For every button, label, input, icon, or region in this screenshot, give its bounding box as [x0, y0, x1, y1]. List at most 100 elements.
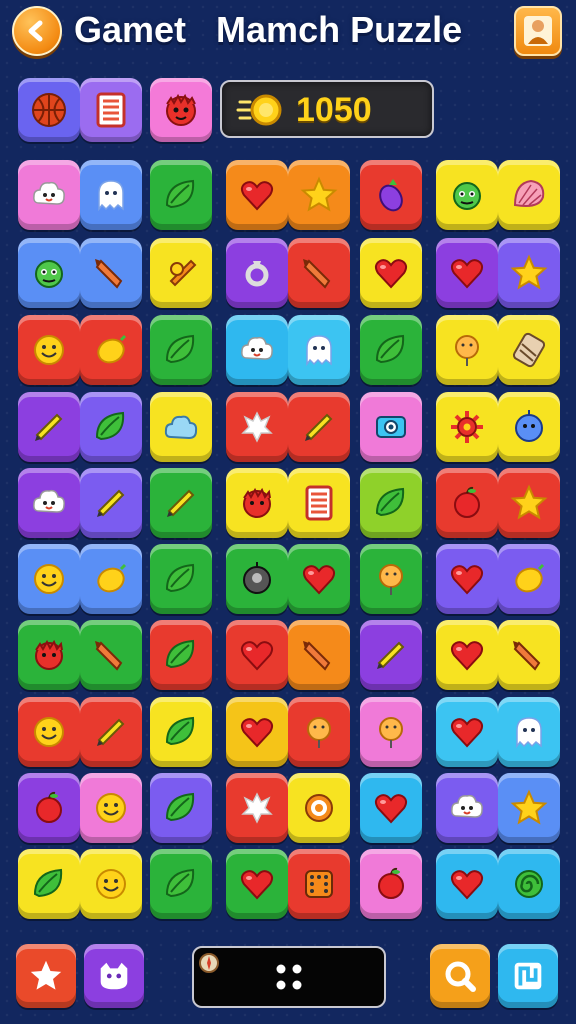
tile-red-monster[interactable] — [226, 468, 288, 538]
tile-list[interactable] — [288, 468, 350, 538]
tile-cloud-face[interactable] — [18, 468, 80, 538]
tile-cloud[interactable] — [150, 392, 212, 462]
tile-cloud-face[interactable] — [18, 160, 80, 230]
tile-crayon[interactable] — [80, 620, 142, 690]
tile-crayon[interactable] — [288, 620, 350, 690]
tile-smiley[interactable] — [18, 544, 80, 614]
tile-splat[interactable] — [226, 773, 288, 843]
tile-lemon[interactable] — [80, 315, 142, 385]
tile-pencil[interactable] — [80, 468, 142, 538]
tile-balloon[interactable] — [360, 697, 422, 767]
tile-lemon[interactable] — [498, 544, 560, 614]
tile-dice[interactable] — [288, 849, 350, 919]
tile-heart[interactable] — [226, 849, 288, 919]
tile-heart[interactable] — [360, 238, 422, 308]
tile-crayon[interactable] — [498, 620, 560, 690]
tile-leaf[interactable] — [150, 697, 212, 767]
tile-crayon[interactable] — [80, 238, 142, 308]
tile-heart[interactable] — [226, 620, 288, 690]
tile-green-monster[interactable] — [436, 160, 498, 230]
star-button[interactable] — [16, 944, 76, 1008]
tile-leaf[interactable] — [150, 544, 212, 614]
tile-leaf[interactable] — [80, 392, 142, 462]
tile-blue-monster[interactable] — [498, 392, 560, 462]
score-panel: 1050 — [220, 80, 434, 138]
tile-apple[interactable] — [360, 849, 422, 919]
pencil-icon — [97, 489, 125, 517]
tile-ghost[interactable] — [80, 160, 142, 230]
tile-pencil[interactable] — [360, 620, 422, 690]
tile-crayon[interactable] — [288, 238, 350, 308]
tile-leaf[interactable] — [150, 620, 212, 690]
bottom-bar — [0, 936, 576, 1024]
pencil-icon — [167, 489, 195, 517]
tile-leaf[interactable] — [150, 315, 212, 385]
tile-leaf[interactable] — [360, 468, 422, 538]
tile-lemon[interactable] — [80, 544, 142, 614]
tile-bell[interactable] — [150, 238, 212, 308]
tile-smiley[interactable] — [80, 773, 142, 843]
tile-spiral[interactable] — [498, 849, 560, 919]
tile-apple[interactable] — [18, 773, 80, 843]
booster-basketball[interactable] — [18, 78, 80, 142]
tile-heart[interactable] — [288, 544, 350, 614]
tile-pencil[interactable] — [80, 697, 142, 767]
back-button[interactable] — [12, 6, 62, 56]
tile-heart[interactable] — [436, 238, 498, 308]
tile-ghost[interactable] — [498, 697, 560, 767]
monster-icon — [243, 562, 271, 594]
tile-cloud-face[interactable] — [226, 315, 288, 385]
tile-star[interactable] — [498, 468, 560, 538]
tile-leaf[interactable] — [150, 849, 212, 919]
tile-leaf[interactable] — [360, 315, 422, 385]
tile-cloud-face[interactable] — [436, 773, 498, 843]
tile-leaf[interactable] — [150, 160, 212, 230]
tile-star[interactable] — [498, 238, 560, 308]
tile-leaf[interactable] — [150, 773, 212, 843]
booster-list[interactable] — [80, 78, 142, 142]
tile-star[interactable] — [288, 160, 350, 230]
tile-splat[interactable] — [226, 392, 288, 462]
tile-monster[interactable] — [226, 544, 288, 614]
tile-heart[interactable] — [436, 620, 498, 690]
tile-balloon[interactable] — [436, 315, 498, 385]
tile-camera[interactable] — [360, 392, 422, 462]
booster-monster[interactable] — [150, 78, 212, 142]
tile-pencil[interactable] — [18, 392, 80, 462]
tile-star[interactable] — [498, 773, 560, 843]
tile-gear[interactable] — [436, 392, 498, 462]
apple-icon — [454, 486, 480, 518]
apple-icon — [378, 867, 404, 899]
tile-apple[interactable] — [436, 468, 498, 538]
tile-balloon[interactable] — [360, 544, 422, 614]
tile-pencil[interactable] — [150, 468, 212, 538]
tile-ring[interactable] — [226, 238, 288, 308]
tile-balloon[interactable] — [288, 697, 350, 767]
map-button[interactable] — [498, 944, 558, 1008]
tile-ghost[interactable] — [288, 315, 350, 385]
cat-button[interactable] — [84, 944, 144, 1008]
tile-heart[interactable] — [436, 544, 498, 614]
tile-red-monster[interactable] — [18, 620, 80, 690]
center-panel[interactable] — [192, 946, 386, 1008]
tile-heart[interactable] — [360, 773, 422, 843]
tile-tablet[interactable] — [498, 315, 560, 385]
tile-eggplant[interactable] — [360, 160, 422, 230]
tile-smiley[interactable] — [18, 697, 80, 767]
splat-icon — [241, 411, 273, 443]
tile-heart[interactable] — [436, 697, 498, 767]
profile-button[interactable] — [514, 6, 562, 56]
tile-green-monster[interactable] — [18, 238, 80, 308]
balloon-icon — [379, 564, 403, 595]
tile-leaf[interactable] — [18, 849, 80, 919]
leaf-icon — [165, 716, 195, 746]
tile-smiley[interactable] — [18, 315, 80, 385]
tile-shell[interactable] — [498, 160, 560, 230]
search-button[interactable] — [430, 944, 490, 1008]
tile-pencil[interactable] — [288, 392, 350, 462]
tile-heart[interactable] — [436, 849, 498, 919]
tile-heart[interactable] — [226, 697, 288, 767]
tile-heart[interactable] — [226, 160, 288, 230]
tile-donut[interactable] — [288, 773, 350, 843]
tile-smiley[interactable] — [80, 849, 142, 919]
